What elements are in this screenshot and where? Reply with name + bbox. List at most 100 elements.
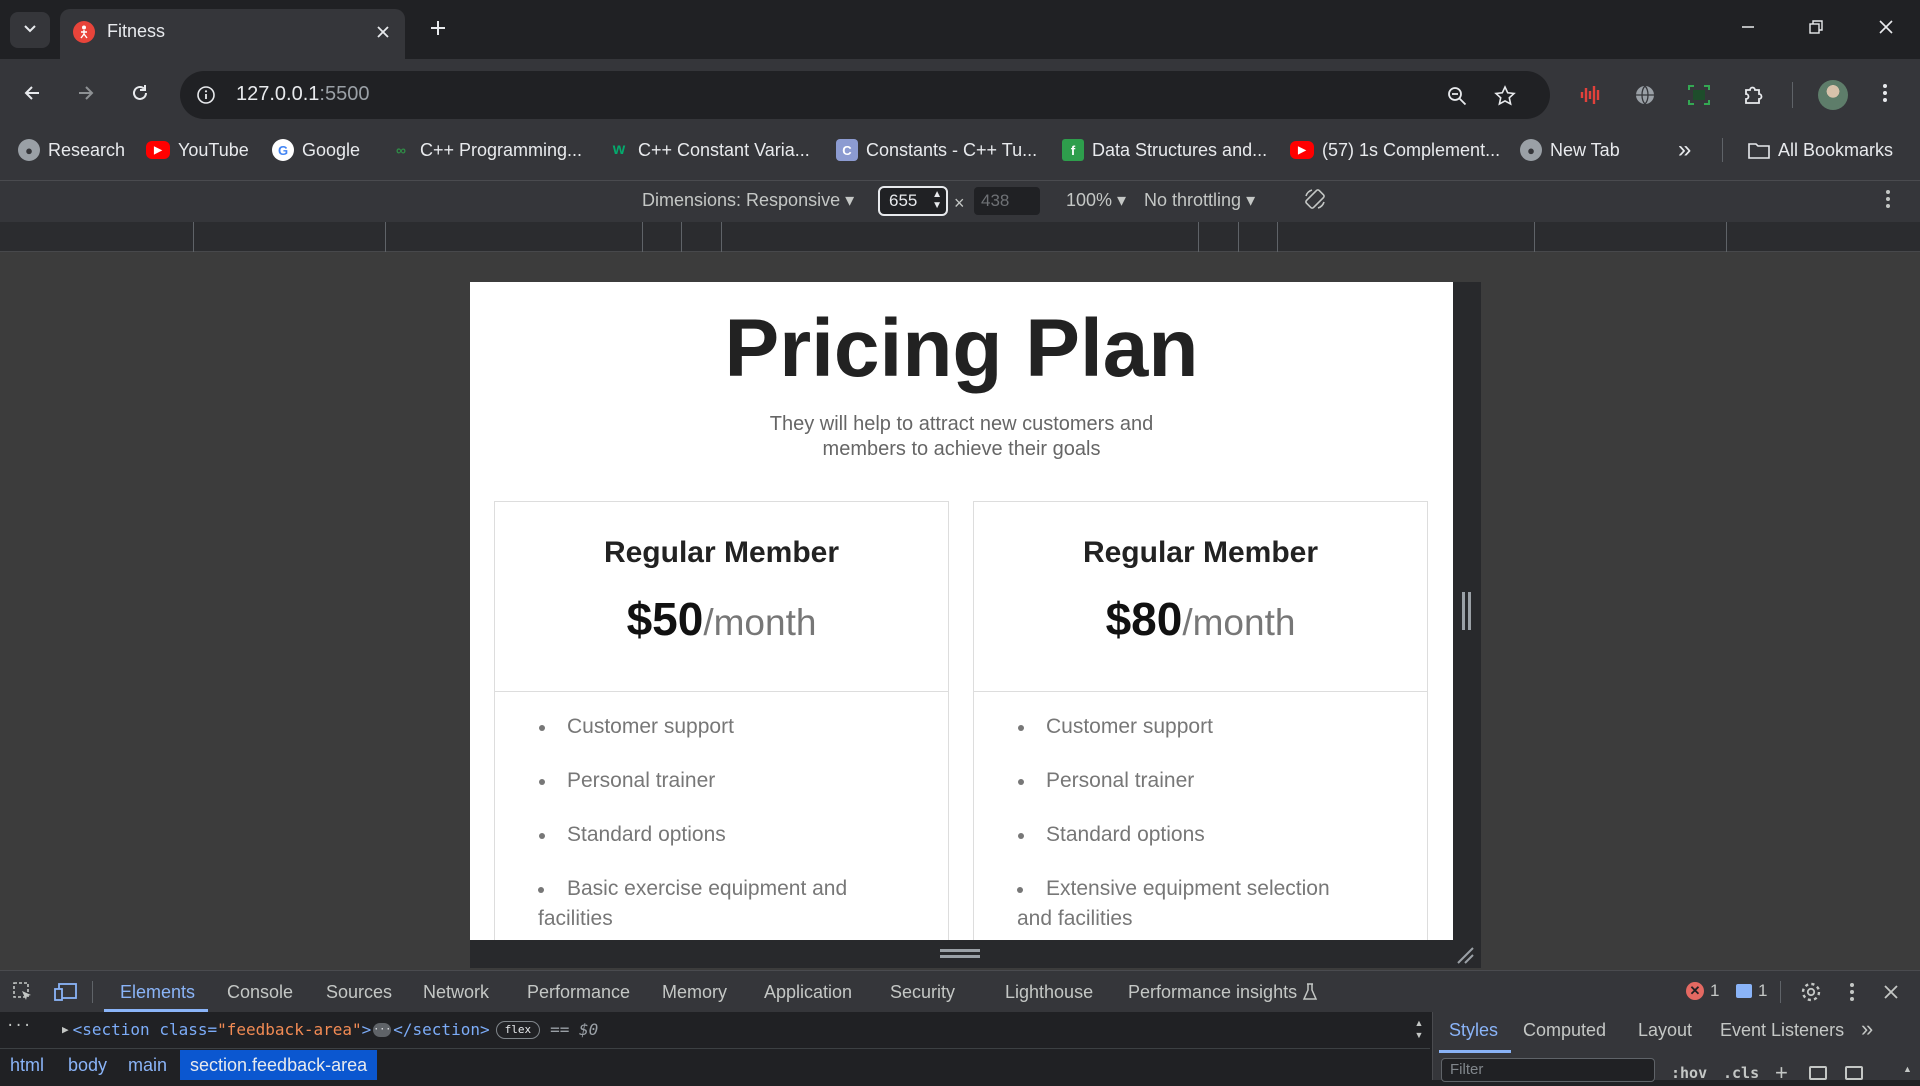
media-query-ruler[interactable]: [0, 222, 1920, 252]
bookmark-cpp-programming[interactable]: ∞ C++ Programming...: [390, 136, 582, 164]
close-window-button[interactable]: [1866, 12, 1906, 46]
active-tab-indicator: [1439, 1050, 1511, 1053]
bookmark-1s-complement[interactable]: ▶ (57) 1s Complement...: [1290, 136, 1500, 164]
close-tab-icon[interactable]: [370, 19, 396, 45]
w3-icon: w: [612, 141, 626, 158]
height-input[interactable]: 438: [974, 187, 1040, 215]
extensions-puzzle-icon[interactable]: [1736, 78, 1770, 112]
bookmark-research[interactable]: ● Research: [18, 136, 125, 164]
bookmark-data-structures[interactable]: f Data Structures and...: [1062, 136, 1267, 164]
resize-corner-icon[interactable]: [1456, 946, 1474, 964]
browser-menu-button[interactable]: [1870, 78, 1900, 112]
scroll-arrows-icon[interactable]: ▲ ▼: [1412, 1014, 1426, 1044]
breadcrumb-section[interactable]: section.feedback-area: [180, 1050, 378, 1080]
hov-button[interactable]: :hov: [1671, 1064, 1707, 1082]
all-bookmarks-button[interactable]: All Bookmarks: [1748, 136, 1893, 164]
reload-icon: [130, 83, 150, 108]
address-bar[interactable]: 127.0.0.1:5500: [180, 71, 1550, 119]
cls-button[interactable]: .cls: [1723, 1064, 1759, 1082]
bookmark-star-icon[interactable]: [1492, 83, 1518, 109]
bookmark-label: Constants - C++ Tu...: [866, 139, 1038, 160]
scroll-arrows-icon[interactable]: ▲: [1903, 1064, 1912, 1074]
error-counter[interactable]: ✕ 1: [1686, 981, 1719, 1001]
width-input[interactable]: 655 ▲ ▼: [878, 186, 948, 216]
forward-button[interactable]: [68, 78, 104, 112]
times-sign: ×: [954, 193, 965, 213]
new-tab-button[interactable]: [422, 14, 454, 46]
tab-performance[interactable]: Performance: [527, 971, 630, 1013]
tab-computed[interactable]: Computed: [1523, 1020, 1606, 1041]
restore-button[interactable]: [1796, 12, 1836, 46]
tab-sources[interactable]: Sources: [326, 971, 392, 1013]
expand-arrow-icon[interactable]: ▶: [62, 1023, 69, 1036]
computed-toggle-icon[interactable]: [1809, 1066, 1827, 1080]
tab-performance-insights[interactable]: Performance insights: [1128, 971, 1297, 1013]
collapsed-ellipsis-icon[interactable]: ···: [373, 1022, 391, 1037]
tab-search-button[interactable]: [10, 12, 50, 48]
tab-memory[interactable]: Memory: [662, 971, 727, 1013]
zoom-value: 100%: [1066, 190, 1113, 210]
reload-button[interactable]: [122, 78, 158, 112]
feature-item: Personal trainer: [539, 766, 948, 796]
flask-icon: [1302, 982, 1318, 1007]
settings-gear-icon[interactable]: [1798, 979, 1824, 1005]
bookmark-cpp-constant[interactable]: w C++ Constant Varia...: [608, 136, 810, 164]
inspect-element-icon[interactable]: [10, 980, 36, 1004]
flex-badge[interactable]: flex: [495, 1020, 541, 1039]
bookmark-google[interactable]: G Google: [272, 136, 360, 164]
stepper-icon[interactable]: ▲ ▼: [932, 189, 942, 211]
bookmark-youtube[interactable]: ▶ YouTube: [146, 136, 249, 164]
page-title: Pricing Plan: [724, 303, 1199, 394]
tab-lighthouse[interactable]: Lighthouse: [1005, 971, 1093, 1013]
extension-audio-icon[interactable]: [1574, 78, 1608, 112]
tab-event-listeners[interactable]: Event Listeners: [1720, 1020, 1844, 1041]
minimize-button[interactable]: [1728, 12, 1768, 46]
dom-ellipsis[interactable]: ···: [6, 1018, 31, 1034]
tab-network[interactable]: Network: [423, 971, 489, 1013]
sidebar-toggle-icon[interactable]: [1845, 1066, 1863, 1080]
resize-handle-bottom[interactable]: [470, 940, 1481, 968]
bookmarks-overflow-button[interactable]: »: [1678, 136, 1691, 164]
extension-globe-icon[interactable]: [1628, 78, 1662, 112]
tab-elements[interactable]: Elements: [120, 971, 195, 1013]
styles-filter-input[interactable]: Filter: [1441, 1058, 1655, 1082]
message-counter[interactable]: 1: [1736, 981, 1767, 1001]
bookmark-label: Research: [48, 139, 126, 160]
bookmark-label: All Bookmarks: [1778, 139, 1894, 160]
tab-styles[interactable]: Styles: [1449, 1020, 1498, 1041]
tab-security[interactable]: Security: [890, 971, 955, 1013]
more-tabs-icon[interactable]: »: [1861, 1016, 1873, 1042]
tab-console[interactable]: Console: [227, 971, 293, 1013]
bookmark-new-tab[interactable]: ● New Tab: [1520, 136, 1620, 164]
bookmark-constants-cpp[interactable]: C Constants - C++ Tu...: [836, 136, 1037, 164]
folder-icon: [1748, 139, 1770, 161]
dom-node-section[interactable]: ▶ <section class= "feedback-area" > ··· </…: [62, 1020, 598, 1039]
close-devtools-icon[interactable]: [1878, 979, 1904, 1005]
breadcrumb-html[interactable]: html: [10, 1050, 44, 1080]
pricing-card-regular-50: Regular Member $50 /month Customer suppo…: [494, 501, 949, 940]
devtools-menu-icon[interactable]: [1842, 979, 1862, 1005]
rotate-button[interactable]: [1300, 186, 1330, 216]
extension-capture-icon[interactable]: [1682, 78, 1716, 112]
zoom-dropdown[interactable]: 100% ▾: [1066, 190, 1126, 211]
feature-item: Extensive equipment selection and facili…: [1017, 874, 1357, 934]
tab-application[interactable]: Application: [764, 971, 852, 1013]
dom-class-value: "feedback-area": [217, 1020, 362, 1039]
throttling-dropdown[interactable]: No throttling ▾: [1144, 190, 1255, 211]
breadcrumb-body[interactable]: body: [68, 1050, 107, 1080]
dom-selected-marker: == $0: [550, 1020, 599, 1039]
device-toolbar-menu[interactable]: [1876, 186, 1900, 216]
bookmark-label: (57) 1s Complement...: [1322, 139, 1501, 160]
site-info-icon[interactable]: [194, 83, 218, 107]
profile-avatar[interactable]: [1818, 80, 1848, 110]
bookmark-label: C++ Programming...: [420, 139, 583, 160]
browser-tab-fitness[interactable]: Fitness: [60, 9, 405, 59]
add-rule-icon[interactable]: +: [1775, 1060, 1788, 1086]
zoom-icon[interactable]: [1444, 83, 1470, 109]
device-toggle-icon[interactable]: [52, 980, 80, 1004]
back-button[interactable]: [14, 78, 50, 112]
resize-handle-right[interactable]: [1453, 282, 1481, 968]
dimensions-dropdown[interactable]: Dimensions: Responsive ▾: [642, 190, 854, 211]
breadcrumb-main[interactable]: main: [128, 1050, 167, 1080]
tab-layout[interactable]: Layout: [1638, 1020, 1692, 1041]
